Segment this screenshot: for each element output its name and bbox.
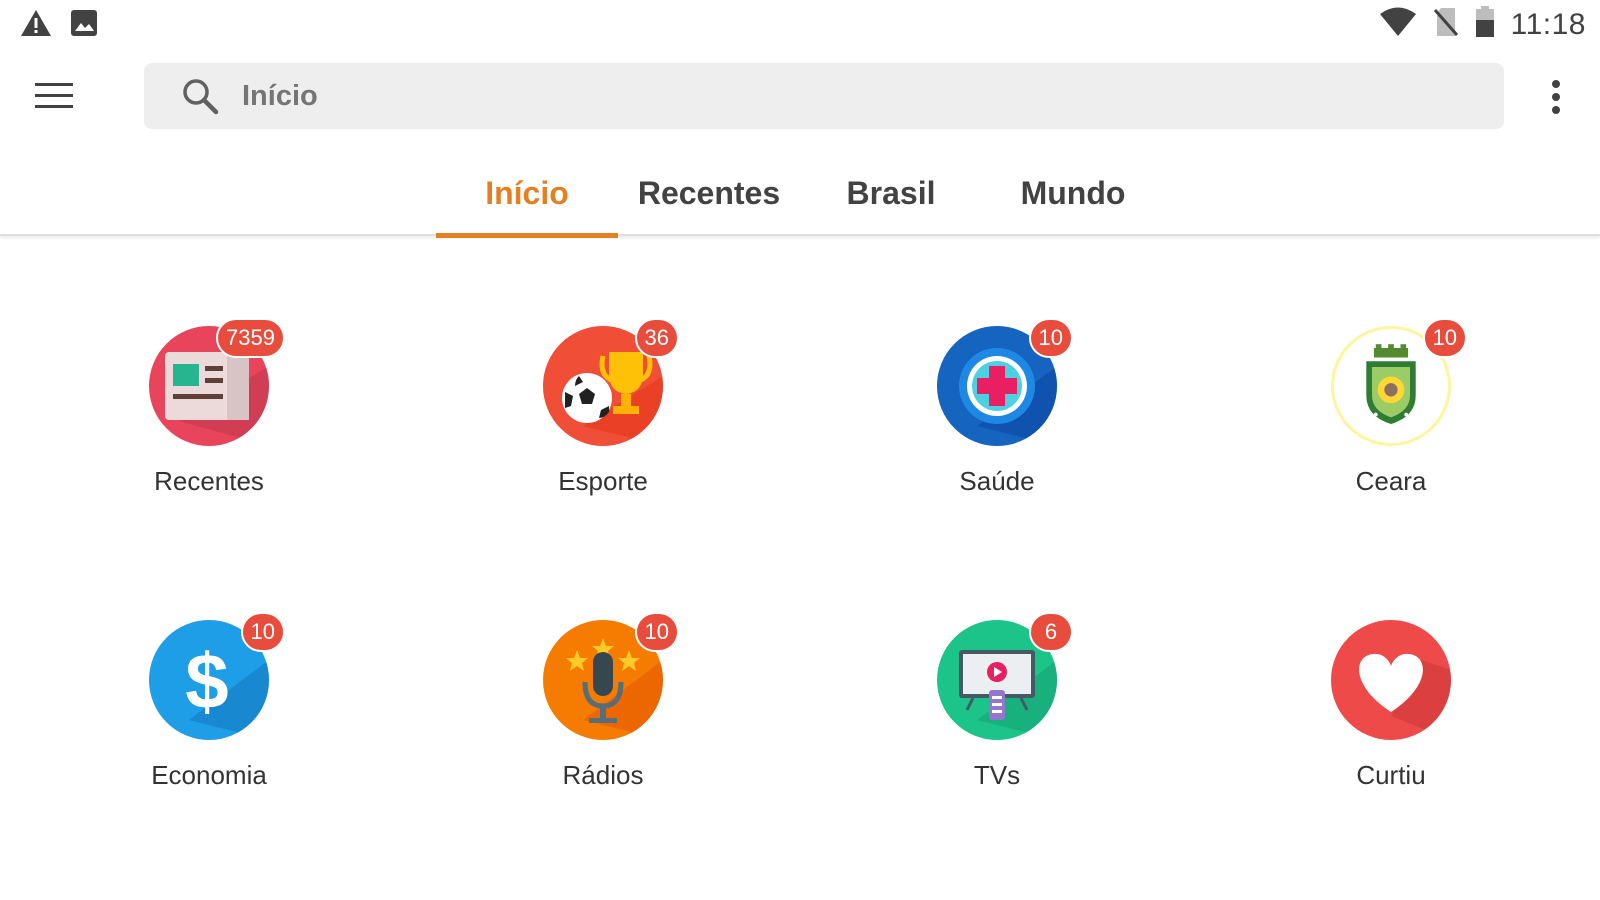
category-label: Curtiu bbox=[1356, 760, 1426, 790]
category-label: Economia bbox=[151, 760, 267, 790]
search-bar[interactable] bbox=[144, 63, 1504, 129]
search-icon bbox=[180, 76, 220, 116]
wifi-icon bbox=[1379, 7, 1417, 42]
menu-button[interactable] bbox=[26, 70, 82, 126]
battery-icon bbox=[1475, 6, 1495, 43]
category-saude[interactable]: 10 Saúde bbox=[877, 318, 1117, 546]
notification-badge: 7359 bbox=[216, 318, 285, 358]
image-icon bbox=[70, 9, 98, 42]
tab-mundo[interactable]: Mundo bbox=[982, 150, 1164, 236]
more-options-button[interactable] bbox=[1534, 72, 1578, 126]
category-recentes[interactable]: 7359 Recentes bbox=[89, 318, 329, 546]
tab-label: Brasil bbox=[846, 174, 936, 211]
category-label: Rádios bbox=[562, 760, 644, 790]
tab-recentes[interactable]: Recentes bbox=[618, 150, 800, 236]
category-tvs[interactable]: 6 TVs bbox=[877, 612, 1117, 840]
tab-label: Início bbox=[485, 174, 569, 211]
notification-badge: 6 bbox=[1029, 612, 1073, 652]
hamburger-icon bbox=[35, 82, 73, 114]
no-sim-icon bbox=[1433, 7, 1459, 42]
tab-bar: Início Recentes Brasil Mundo bbox=[0, 150, 1600, 238]
notification-badge: 10 bbox=[1028, 318, 1073, 358]
category-radios[interactable]: 10 Rádios bbox=[483, 612, 723, 840]
notification-badge: 10 bbox=[1422, 318, 1467, 358]
category-label: Saúde bbox=[959, 466, 1035, 496]
category-label: Esporte bbox=[558, 466, 648, 496]
app-bar bbox=[0, 50, 1600, 140]
svg-text:$: $ bbox=[185, 637, 228, 725]
tab-label: Mundo bbox=[1020, 174, 1126, 211]
notification-badge: 36 bbox=[634, 318, 679, 358]
category-label: Ceara bbox=[1355, 466, 1427, 496]
heart-icon bbox=[1331, 620, 1451, 740]
category-grid: 7359 Recentes 36 Esporte 10 Saúde 10 Cea… bbox=[0, 236, 1600, 900]
category-curtiu[interactable]: Curtiu bbox=[1271, 620, 1511, 840]
status-right: 11:18 bbox=[1379, 6, 1586, 43]
search-input[interactable] bbox=[242, 79, 1342, 113]
status-time: 11:18 bbox=[1510, 7, 1586, 41]
warning-icon bbox=[20, 8, 52, 43]
category-economia[interactable]: $ 10 Economia bbox=[89, 612, 329, 840]
notification-badge: 10 bbox=[634, 612, 679, 652]
category-esporte[interactable]: 36 Esporte bbox=[483, 318, 723, 546]
notification-badge: 10 bbox=[240, 612, 285, 652]
status-bar: 11:18 bbox=[0, 0, 1600, 50]
tab-inicio[interactable]: Início bbox=[436, 150, 618, 238]
more-vert-icon bbox=[1551, 79, 1561, 119]
category-ceara[interactable]: 10 Ceara bbox=[1271, 318, 1511, 546]
category-label: Recentes bbox=[154, 466, 264, 496]
status-left bbox=[20, 8, 98, 43]
tab-label: Recentes bbox=[637, 174, 781, 211]
tab-brasil[interactable]: Brasil bbox=[800, 150, 982, 236]
category-label: TVs bbox=[973, 760, 1021, 790]
